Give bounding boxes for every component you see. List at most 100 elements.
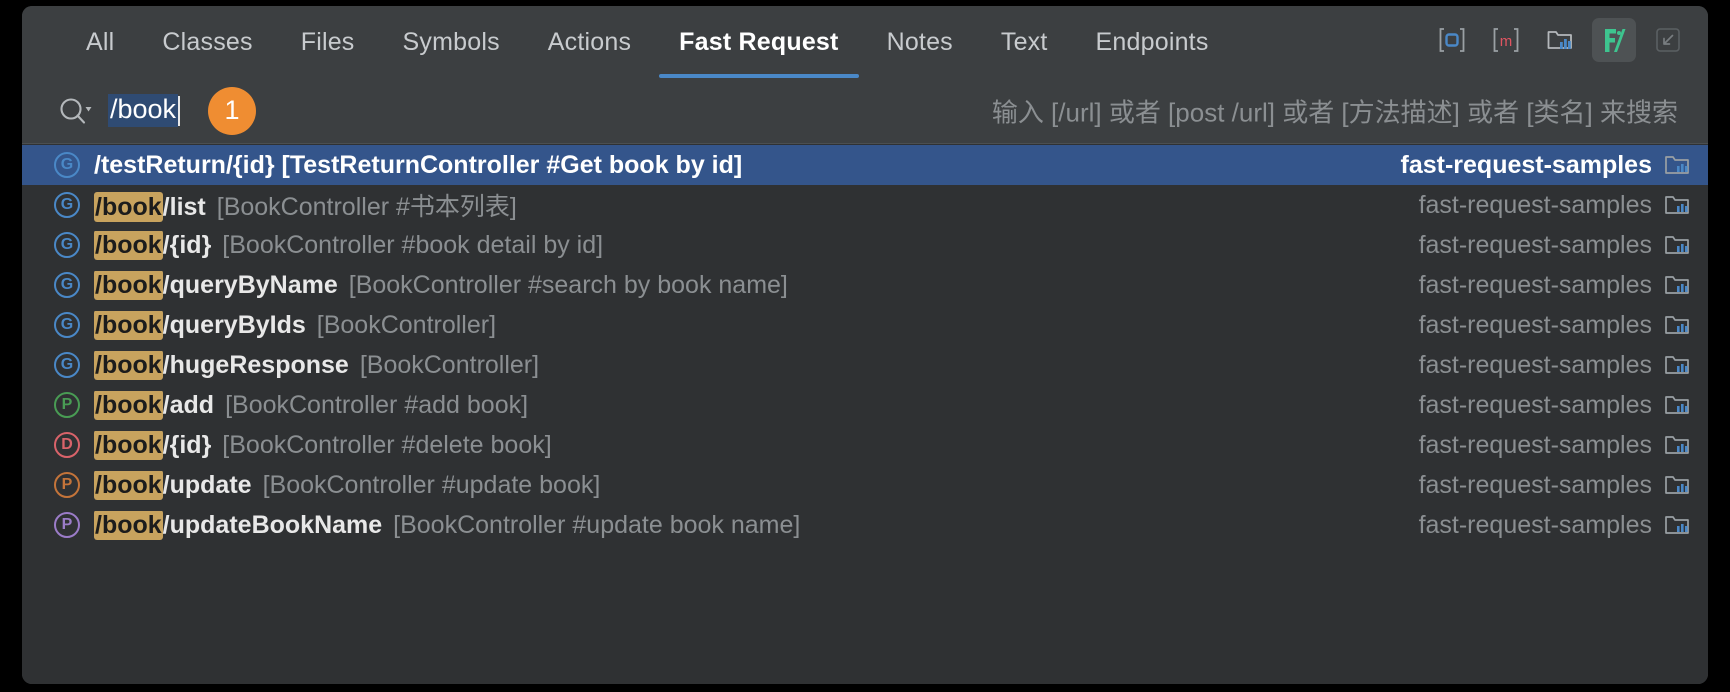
tab-actions[interactable]: Actions: [524, 6, 655, 78]
result-row-right: fast-request-samples: [1419, 311, 1690, 340]
result-module-name: fast-request-samples: [1419, 511, 1652, 540]
result-row[interactable]: P/book/updateBookName[BookController #up…: [22, 505, 1708, 545]
magnifier-dropdown-icon[interactable]: [58, 96, 94, 126]
result-url-match-highlight: /book: [94, 391, 163, 420]
result-url-suffix: /queryByIds: [163, 311, 306, 339]
result-row[interactable]: P/book/add[BookController #add book]fast…: [22, 385, 1708, 425]
search-bar[interactable]: /book 1 输入 [/url] 或者 [post /url] 或者 [方法描…: [22, 78, 1708, 144]
collapse-arrow-icon[interactable]: [1646, 18, 1690, 62]
tab-label: Classes: [162, 28, 252, 57]
result-row-main: /book/{id} [BookController #delete book]: [94, 431, 1399, 460]
result-module-name: fast-request-samples: [1419, 351, 1652, 380]
module-folder-icon: [1664, 233, 1690, 257]
result-description: [BookController #book detail by id]: [222, 231, 603, 260]
result-url-match-highlight: /book: [94, 231, 163, 260]
result-row-main: /book/hugeResponse[BookController]: [94, 351, 1399, 380]
result-url-match-highlight: /book: [94, 431, 163, 460]
result-module-name: fast-request-samples: [1419, 471, 1652, 500]
tab-label: Symbols: [403, 28, 500, 57]
tab-label: Text: [1001, 28, 1048, 57]
result-description: [BookController]: [317, 311, 496, 340]
tab-notes[interactable]: Notes: [863, 6, 977, 78]
fast-request-icon[interactable]: [1592, 18, 1636, 62]
result-url-match-highlight: /book: [94, 351, 163, 380]
result-url: /book/add: [94, 391, 214, 420]
result-row-main: /book/queryByName[BookController #search…: [94, 271, 1399, 300]
result-url: /book/{id}: [94, 231, 211, 260]
result-row[interactable]: G/book/hugeResponse[BookController] fast-…: [22, 345, 1708, 385]
result-description: [BookController #update book]: [263, 471, 601, 500]
result-module-name: fast-request-samples: [1419, 191, 1652, 220]
result-url-suffix: /{id}: [163, 231, 212, 259]
result-row[interactable]: G/book/{id} [BookController #book detail …: [22, 225, 1708, 265]
result-url-suffix: /queryByName: [163, 271, 338, 299]
method-badge-get: G: [54, 152, 80, 178]
folder-chart-icon[interactable]: [1538, 18, 1582, 62]
object-brackets-icon[interactable]: [1430, 18, 1474, 62]
result-row-right: fast-request-samples: [1419, 471, 1690, 500]
result-module-name: fast-request-samples: [1419, 311, 1652, 340]
method-badge-post: P: [54, 392, 80, 418]
result-row[interactable]: G/book/queryByIds [BookController] fast-re…: [22, 305, 1708, 345]
result-description: [BookController #add book]: [225, 391, 528, 420]
tab-classes[interactable]: Classes: [138, 6, 276, 78]
result-url: /testReturn/{id}: [94, 151, 275, 180]
result-row[interactable]: G/book/queryByName[BookController #searc…: [22, 265, 1708, 305]
search-input[interactable]: /book: [108, 94, 178, 128]
result-url: /book/updateBookName: [94, 511, 382, 540]
module-folder-icon: [1664, 153, 1690, 177]
tab-label: Actions: [548, 28, 631, 57]
result-row[interactable]: P/book/update [BookController #update boo…: [22, 465, 1708, 505]
result-row-right: fast-request-samples: [1419, 351, 1690, 380]
search-everywhere-popup: All Classes Files Symbols Actions Fast Reques…: [22, 6, 1708, 684]
result-module-name: fast-request-samples: [1419, 431, 1652, 460]
result-module-name: fast-request-samples: [1419, 231, 1652, 260]
results-list[interactable]: G/testReturn/{id} [TestReturnController …: [22, 144, 1708, 684]
tab-fast-request[interactable]: Fast Request: [655, 6, 862, 78]
tab-files[interactable]: Files: [277, 6, 379, 78]
tab-endpoints[interactable]: Endpoints: [1072, 6, 1233, 78]
method-badge-get: G: [54, 312, 80, 338]
result-row[interactable]: G/testReturn/{id} [TestReturnController …: [22, 145, 1708, 185]
result-url-match-highlight: /book: [94, 471, 163, 500]
method-badge-put: P: [54, 472, 80, 498]
module-folder-icon: [1664, 433, 1690, 457]
tab-text[interactable]: Text: [977, 6, 1072, 78]
result-row-main: /testReturn/{id} [TestReturnController #…: [94, 151, 1381, 180]
result-url-match-highlight: /book: [94, 311, 163, 340]
result-url-suffix: /{id}: [163, 431, 212, 459]
result-row-main: /book/list[BookController #书本列表]: [94, 187, 1399, 223]
result-url-suffix: /update: [163, 471, 252, 499]
result-url-suffix: /testReturn/{id}: [94, 151, 275, 179]
module-folder-icon: [1664, 393, 1690, 417]
maven-brackets-icon[interactable]: m: [1484, 18, 1528, 62]
result-row[interactable]: D/book/{id} [BookController #delete book]…: [22, 425, 1708, 465]
result-row-right: fast-request-samples: [1419, 431, 1690, 460]
result-url-match-highlight: /book: [94, 192, 163, 222]
method-badge-get: G: [54, 232, 80, 258]
result-module-name: fast-request-samples: [1419, 271, 1652, 300]
result-description: [BookController #update book name]: [393, 511, 800, 540]
toolbar-icon-group: m: [1430, 6, 1690, 78]
result-description: [BookController #delete book]: [222, 431, 551, 460]
result-url: /book/list: [94, 193, 206, 222]
result-row-main: /book/updateBookName [BookController #upd…: [94, 511, 1399, 540]
tab-label: Endpoints: [1096, 28, 1209, 57]
method-badge-get: G: [54, 192, 80, 218]
method-badge-get: G: [54, 352, 80, 378]
tab-symbols[interactable]: Symbols: [379, 6, 524, 78]
result-url-suffix: /hugeResponse: [163, 351, 349, 379]
tab-label: All: [86, 28, 114, 57]
method-badge-delete: D: [54, 432, 80, 458]
result-url: /book/{id}: [94, 431, 211, 460]
result-url: /book/update: [94, 471, 252, 500]
result-row-right: fast-request-samples: [1419, 191, 1690, 220]
result-row[interactable]: G/book/list[BookController #书本列表] fast-re…: [22, 185, 1708, 225]
result-module-name: fast-request-samples: [1401, 151, 1652, 180]
module-folder-icon: [1664, 353, 1690, 377]
result-url-suffix: /updateBookName: [163, 511, 382, 539]
tab-all[interactable]: All: [62, 6, 138, 78]
module-folder-icon: [1664, 273, 1690, 297]
result-url-match-highlight: /book: [94, 271, 163, 300]
result-row-main: /book/add [BookController #add book]: [94, 391, 1399, 420]
